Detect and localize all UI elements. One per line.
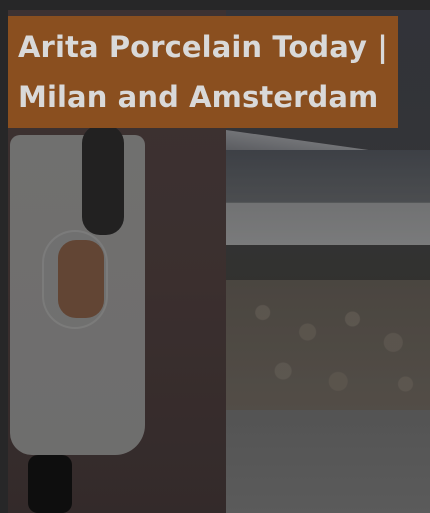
title-banner[interactable]: Arita Porcelain Today | Milan and Amster…: [8, 16, 398, 128]
article-card[interactable]: Arita Porcelain Today | Milan and Amster…: [0, 0, 430, 513]
article-title[interactable]: Arita Porcelain Today | Milan and Amster…: [18, 22, 388, 122]
